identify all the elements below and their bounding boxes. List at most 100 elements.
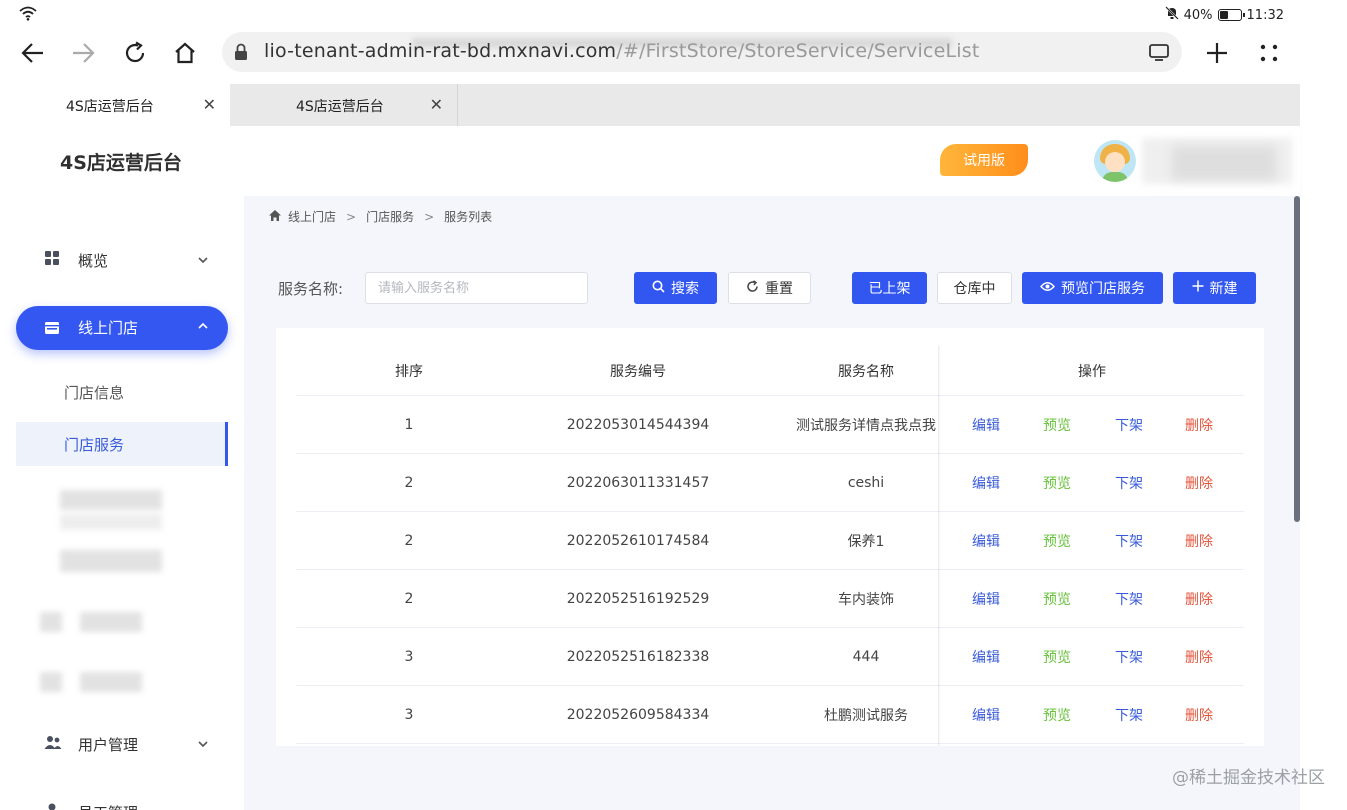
button-label: 预览门店服务 bbox=[1061, 281, 1145, 297]
sidebar-item-user-management[interactable]: 用户管理 bbox=[0, 724, 244, 764]
edit-link[interactable]: 编辑 bbox=[972, 415, 1000, 435]
delete-link[interactable]: 删除 bbox=[1185, 473, 1213, 493]
chevron-down-icon bbox=[198, 738, 208, 751]
browser-tab-2[interactable]: 4S店运营后台 ✕ bbox=[230, 84, 458, 126]
redacted-menu-item bbox=[80, 612, 142, 632]
main-content: 线上门店 > 门店服务 > 服务列表 服务名称: 搜索 重置 已上架 仓库中 bbox=[244, 196, 1300, 810]
table-row: 1 2022053014544394 测试服务详情点我点我 编辑 预览 下架 删除 bbox=[296, 396, 1244, 454]
address-bar[interactable]: lio-tenant-admin-rat-bd.mxnavi.com/#/Fir… bbox=[222, 32, 1182, 72]
cell-order: 3 bbox=[404, 648, 414, 665]
preview-link[interactable]: 预览 bbox=[1043, 705, 1071, 725]
breadcrumb-separator: > bbox=[424, 209, 435, 224]
home-icon[interactable] bbox=[168, 36, 202, 70]
create-button[interactable]: 新建 bbox=[1173, 272, 1256, 304]
search-icon bbox=[652, 280, 665, 297]
edit-link[interactable]: 编辑 bbox=[972, 705, 1000, 725]
reload-icon[interactable] bbox=[118, 36, 152, 70]
table-row: 2 2022052516192529 车内装饰 编辑 预览 下架 删除 bbox=[296, 570, 1244, 628]
warehouse-filter-button[interactable]: 仓库中 bbox=[937, 272, 1012, 304]
off-shelf-link[interactable]: 下架 bbox=[1115, 415, 1143, 435]
browser-toolbar: lio-tenant-admin-rat-bd.mxnavi.com/#/Fir… bbox=[0, 28, 1300, 78]
cell-name: 保养1 bbox=[847, 533, 885, 550]
edit-link[interactable]: 编辑 bbox=[972, 647, 1000, 667]
off-shelf-link[interactable]: 下架 bbox=[1115, 531, 1143, 551]
app-title: 4S店运营后台 bbox=[60, 152, 182, 174]
breadcrumb-item[interactable]: 门店服务 bbox=[366, 208, 414, 225]
edit-link[interactable]: 编辑 bbox=[972, 589, 1000, 609]
home-icon[interactable] bbox=[268, 209, 282, 225]
service-name-input[interactable] bbox=[365, 272, 588, 304]
store-icon bbox=[44, 320, 60, 339]
breadcrumb-item[interactable]: 线上门店 bbox=[288, 208, 336, 225]
mute-icon bbox=[1164, 6, 1179, 24]
delete-link[interactable]: 删除 bbox=[1185, 589, 1213, 609]
sidebar-subitem-store-info[interactable]: 门店信息 bbox=[16, 370, 228, 414]
sidebar-item-label: 用户管理 bbox=[78, 735, 139, 754]
delete-link[interactable]: 删除 bbox=[1185, 415, 1213, 435]
table-row: 3 2022052609584334 杜鹏测试服务 编辑 预览 下架 删除 bbox=[296, 686, 1244, 744]
preview-store-service-button[interactable]: 预览门店服务 bbox=[1022, 272, 1163, 304]
breadcrumb-item: 服务列表 bbox=[444, 210, 493, 224]
reader-mode-icon[interactable] bbox=[1148, 42, 1170, 66]
preview-link[interactable]: 预览 bbox=[1043, 647, 1071, 667]
app-header: 4S店运营后台 试用版 bbox=[0, 126, 1300, 196]
cell-name: 杜鹏测试服务 bbox=[824, 707, 908, 724]
breadcrumb-separator: > bbox=[346, 209, 357, 224]
forward-icon[interactable] bbox=[66, 36, 100, 70]
close-icon[interactable]: ✕ bbox=[203, 95, 216, 114]
redacted-menu-item bbox=[60, 550, 162, 572]
fixed-column-shadow bbox=[938, 346, 940, 746]
reset-button[interactable]: 重置 bbox=[728, 272, 811, 304]
sidebar-item-online-store[interactable]: 线上门店 bbox=[16, 306, 228, 350]
preview-link[interactable]: 预览 bbox=[1043, 473, 1071, 493]
sidebar-subitem-store-service[interactable]: 门店服务 bbox=[16, 422, 228, 466]
sidebar-item-label: 线上门店 bbox=[78, 319, 139, 337]
new-tab-icon[interactable] bbox=[1200, 36, 1234, 70]
service-name-label: 服务名称: bbox=[278, 280, 344, 298]
browser-tab-1[interactable]: 4S店运营后台 ✕ bbox=[0, 84, 230, 126]
cell-name: 测试服务详情点我点我 bbox=[796, 417, 936, 434]
close-icon[interactable]: ✕ bbox=[430, 95, 443, 114]
off-shelf-link[interactable]: 下架 bbox=[1115, 705, 1143, 725]
users-icon bbox=[44, 734, 62, 754]
preview-link[interactable]: 预览 bbox=[1043, 531, 1071, 551]
off-shelf-link[interactable]: 下架 bbox=[1115, 589, 1143, 609]
sidebar-item-label: 门店信息 bbox=[64, 384, 125, 402]
delete-link[interactable]: 删除 bbox=[1185, 531, 1213, 551]
delete-link[interactable]: 删除 bbox=[1185, 647, 1213, 667]
delete-link[interactable]: 删除 bbox=[1185, 705, 1213, 725]
plus-icon bbox=[1192, 280, 1204, 296]
cell-order: 2 bbox=[404, 532, 414, 549]
avatar[interactable] bbox=[1094, 140, 1136, 182]
button-label: 重置 bbox=[765, 281, 793, 297]
cell-order: 2 bbox=[404, 474, 414, 491]
screen: 40% 11:32 lio-tenant-admin-rat-bd.mxnavi… bbox=[0, 0, 1347, 810]
sidebar-item-label: 员工管理 bbox=[78, 802, 138, 810]
listed-filter-button[interactable]: 已上架 bbox=[852, 272, 927, 304]
lock-icon bbox=[234, 43, 248, 65]
search-button[interactable]: 搜索 bbox=[634, 272, 717, 304]
more-menu-icon[interactable] bbox=[1252, 36, 1286, 70]
breadcrumb: 线上门店 > 门店服务 > 服务列表 bbox=[268, 208, 492, 225]
eye-icon bbox=[1040, 280, 1055, 296]
edit-link[interactable]: 编辑 bbox=[972, 473, 1000, 493]
off-shelf-link[interactable]: 下架 bbox=[1115, 647, 1143, 667]
edit-link[interactable]: 编辑 bbox=[972, 531, 1000, 551]
back-icon[interactable] bbox=[16, 36, 50, 70]
sidebar-item-staff-management[interactable]: 员工管理 bbox=[0, 792, 244, 810]
page-scrollbar[interactable] bbox=[1294, 196, 1300, 522]
battery-percent: 40% bbox=[1183, 7, 1213, 23]
sidebar-item-label: 门店服务 bbox=[64, 436, 125, 454]
column-header-actions: 操作 bbox=[1078, 363, 1106, 380]
redacted-menu-icon bbox=[40, 612, 62, 632]
cell-name: 车内装饰 bbox=[838, 591, 894, 608]
table-header: 排序 服务编号 服务名称 操作 bbox=[296, 346, 1244, 396]
off-shelf-link[interactable]: 下架 bbox=[1115, 473, 1143, 493]
chevron-up-icon bbox=[198, 318, 208, 332]
button-label: 已上架 bbox=[868, 281, 911, 297]
sidebar-item-overview[interactable]: 概览 bbox=[0, 240, 244, 280]
cell-order: 1 bbox=[404, 416, 414, 433]
preview-link[interactable]: 预览 bbox=[1043, 589, 1071, 609]
trial-badge[interactable]: 试用版 bbox=[940, 144, 1028, 176]
preview-link[interactable]: 预览 bbox=[1043, 415, 1071, 435]
